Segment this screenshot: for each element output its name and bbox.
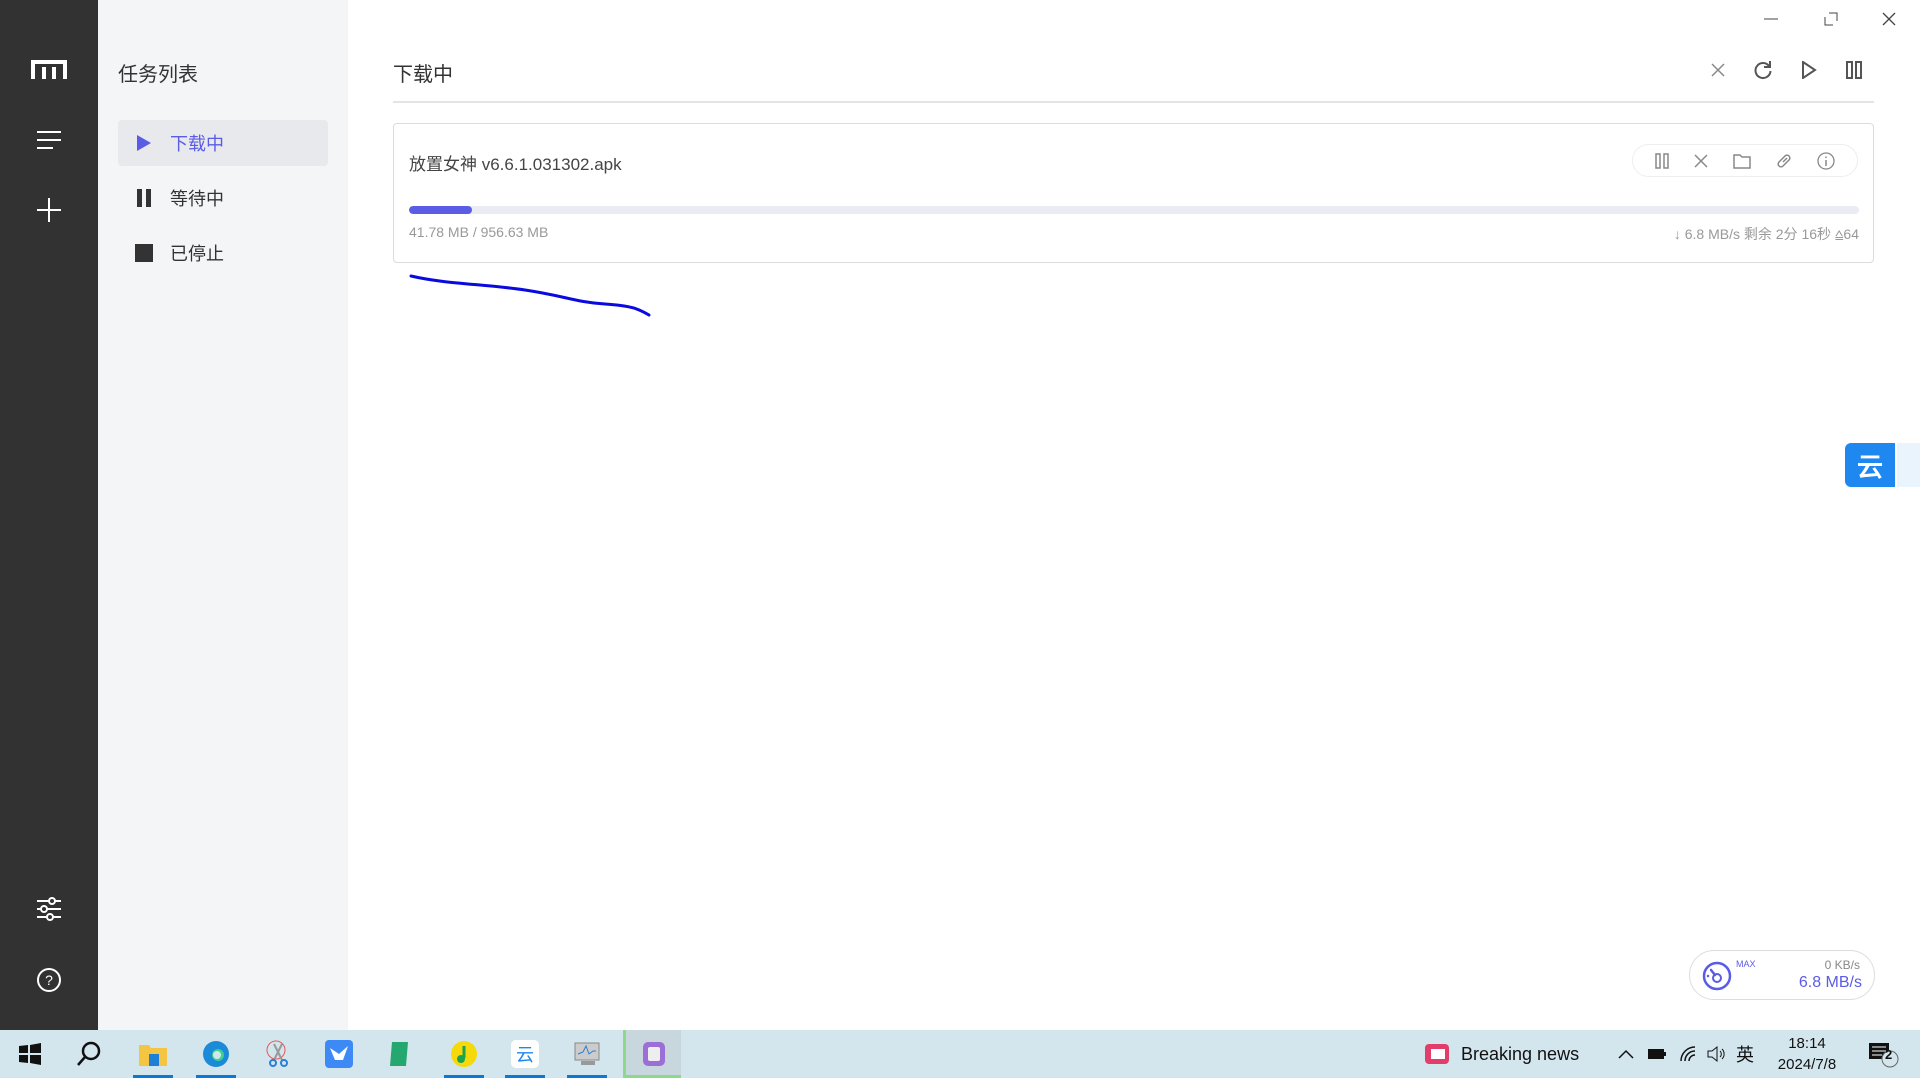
download-speed: ↓ 6.8 MB/s	[1673, 226, 1740, 242]
svg-text:?: ?	[45, 972, 53, 988]
progress-fill	[409, 206, 473, 214]
search-button[interactable]	[63, 1030, 115, 1078]
notification-center-button[interactable]: 2	[1868, 1030, 1902, 1078]
scissors-icon	[266, 1040, 288, 1067]
svg-text:云: 云	[516, 1045, 534, 1066]
upload-speed: 0 KB/s	[1824, 958, 1860, 972]
task-actions	[1632, 144, 1858, 177]
refresh-button[interactable]	[1750, 57, 1776, 83]
news-widget[interactable]: Breaking news	[1423, 1030, 1579, 1078]
cloud-app-button[interactable]: 云	[499, 1030, 551, 1078]
nav-item-label: 已停止	[170, 244, 224, 264]
nav-item-stopped[interactable]: 已停止	[118, 230, 328, 276]
nav-item-waiting[interactable]: 等待中	[118, 175, 328, 221]
speedometer-icon	[1702, 961, 1732, 991]
news-label: Breaking news	[1461, 1043, 1580, 1064]
maximize-button[interactable]	[1816, 6, 1846, 32]
resource-monitor-button[interactable]	[561, 1030, 613, 1078]
time-remaining: 剩余 2分 16秒	[1743, 226, 1832, 242]
delete-all-button[interactable]	[1705, 57, 1731, 83]
app-sidebar: ?	[0, 0, 98, 1030]
edge-icon	[203, 1041, 229, 1067]
qq-music-button[interactable]	[438, 1030, 490, 1078]
cloud-logo-icon: 云	[1856, 451, 1883, 482]
download-speed-total: 6.8 MB/s	[1798, 974, 1862, 991]
folder-icon	[139, 1045, 167, 1066]
file-explorer-button[interactable]	[127, 1030, 179, 1078]
task-card[interactable]: 放置女神 v6.6.1.031302.apk 41.78 MB / 956.63…	[393, 123, 1874, 263]
connections-count: 64	[1843, 226, 1859, 242]
speed-widget[interactable]: MAX 0 KB/s 6.8 MB/s	[1689, 950, 1875, 1000]
task-sizes: 41.78 MB / 956.63 MB	[409, 224, 549, 240]
panel-title: 任务列表	[118, 64, 198, 86]
float-panel-edge	[1897, 443, 1920, 487]
clock[interactable]: 18:14 2024/7/8	[1772, 1030, 1842, 1078]
logo-icon	[29, 50, 69, 90]
news-icon	[1425, 1044, 1449, 1064]
nav-item-downloading[interactable]: 下载中	[118, 120, 328, 166]
nav-item-label: 下载中	[170, 134, 224, 154]
pause-icon[interactable]	[1655, 152, 1670, 169]
xunlei-button[interactable]	[313, 1030, 365, 1078]
monitor-icon	[574, 1042, 600, 1065]
windows-icon	[19, 1043, 41, 1065]
clock-time: 18:14	[1788, 1035, 1826, 1052]
pause-icon	[134, 188, 154, 208]
progress-bar	[409, 206, 1859, 214]
snipping-tool-button[interactable]	[252, 1030, 304, 1078]
stop-icon	[134, 243, 154, 263]
delete-icon[interactable]	[1694, 153, 1708, 168]
motrix-app-icon	[642, 1042, 665, 1066]
info-icon[interactable]	[1816, 151, 1835, 170]
help-icon[interactable]: ?	[29, 960, 69, 1000]
minimize-button[interactable]	[1756, 6, 1786, 32]
play-icon	[134, 133, 154, 153]
add-icon[interactable]	[29, 190, 69, 230]
pause-all-button[interactable]	[1841, 57, 1867, 83]
settings-icon[interactable]	[29, 889, 69, 929]
page-title: 下载中	[393, 64, 453, 86]
music-icon	[451, 1041, 477, 1067]
taskbar: 云 Breaking news 英 18:14 2024/7/8 2	[0, 1030, 1920, 1078]
notification-count: 2	[1885, 1047, 1893, 1062]
link-icon[interactable]	[1776, 153, 1792, 169]
annotation-stroke	[409, 274, 651, 317]
max-label: MAX	[1736, 959, 1756, 969]
task-stats: ↓ 6.8 MB/s 剩余 2分 16秒 ⩠64	[1674, 224, 1859, 244]
clock-date: 2024/7/8	[1777, 1056, 1837, 1073]
start-button[interactable]	[4, 1030, 56, 1078]
notepad-icon	[390, 1042, 408, 1066]
folder-icon[interactable]	[1733, 153, 1751, 169]
battery-icon[interactable]	[1647, 1030, 1667, 1078]
search-icon	[77, 1041, 101, 1066]
cloud-app-icon: 云	[511, 1040, 539, 1068]
task-filename: 放置女神 v6.6.1.031302.apk	[409, 155, 622, 174]
header-divider	[393, 101, 1874, 103]
task-list-panel: 任务列表 下载中 等待中 已停止	[98, 0, 348, 1030]
edge-button[interactable]	[190, 1030, 242, 1078]
volume-icon[interactable]	[1706, 1030, 1726, 1078]
wifi-icon[interactable]	[1679, 1030, 1699, 1078]
close-button[interactable]	[1874, 6, 1904, 32]
nav-item-label: 等待中	[170, 189, 224, 209]
bird-icon	[325, 1040, 353, 1068]
menu-icon[interactable]	[29, 120, 69, 160]
cloud-float-button[interactable]: 云	[1845, 443, 1895, 487]
ime-indicator[interactable]: 英	[1736, 1030, 1754, 1078]
motrix-button[interactable]	[623, 1030, 681, 1078]
resume-all-button[interactable]	[1796, 57, 1822, 83]
show-hidden-icons[interactable]	[1618, 1030, 1634, 1078]
notepad-button[interactable]	[374, 1030, 426, 1078]
